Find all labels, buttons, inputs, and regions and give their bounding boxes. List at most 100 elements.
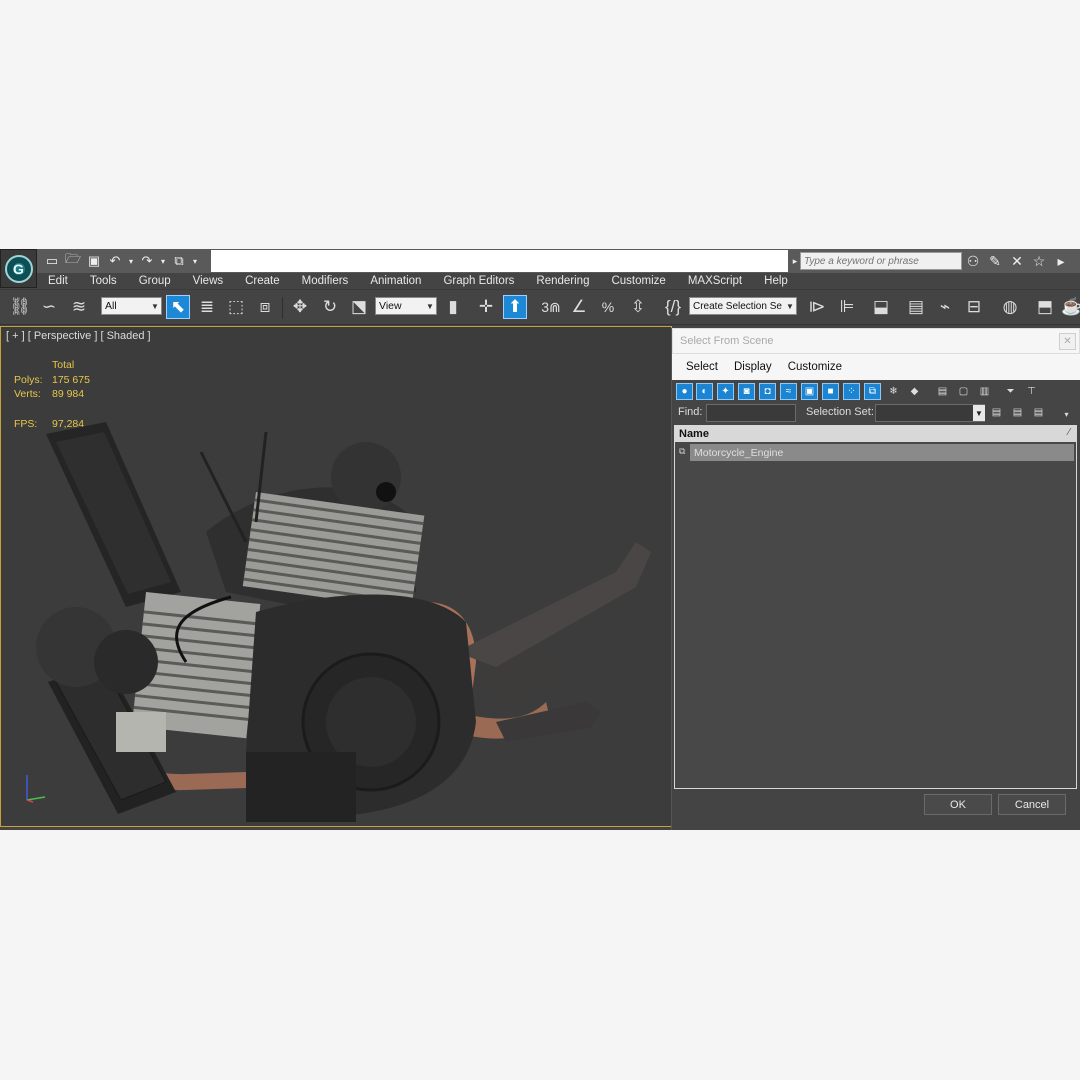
find-input[interactable] [706,404,796,422]
reference-coordinate-dropdown[interactable]: View ▼ [375,297,437,315]
title-bar: ▭ 🗁 ▣ ↶ ▾ ↷ ▾ ⧉ ▾ ▸ ⚇ ✎ ✕ ☆ ▸ [0,249,1080,273]
menu-views[interactable]: Views [182,275,234,287]
align-icon[interactable]: ⊫ [835,295,859,319]
display-none-icon[interactable]: ▢ [955,383,972,400]
display-shapes-icon[interactable]: ◐ [696,383,713,400]
chevron-down-icon[interactable]: ▼ [973,405,985,421]
application-button[interactable]: G [0,249,37,288]
layer-manager-icon[interactable]: ⬓ [869,295,893,319]
open-file-icon[interactable]: 🗁 [64,251,82,270]
menu-graph-editors[interactable]: Graph Editors [432,275,525,287]
binoculars-search-icon[interactable]: ⚇ [962,251,984,271]
display-all-icon[interactable]: ▤ [934,383,951,400]
menu-maxscript[interactable]: MAXScript [677,275,753,287]
communication-center-icon[interactable]: ✕ [1006,251,1028,271]
select-object-icon[interactable]: ⬉ [166,295,190,319]
dialog-filter-toolbar: ● ◐ ✦ ◙ ◘ ≈ ▣ ■ ⁘ ⧉ ❄ ◆ ▤ ▢ ▥ ⏷ ⊤ [672,380,1080,402]
select-and-scale-icon[interactable]: ⬔ [347,295,371,319]
spinner-snap-icon[interactable]: ⇳ [626,295,650,319]
invert-display-icon[interactable]: ▥ [976,383,993,400]
filter-options-icon[interactable]: ⊤ [1023,383,1040,400]
menu-tools[interactable]: Tools [79,275,128,287]
menu-rendering[interactable]: Rendering [525,275,600,287]
dialog-menu-display[interactable]: Display [726,361,780,373]
menu-animation[interactable]: Animation [359,275,432,287]
rectangular-selection-icon[interactable]: ⬚ [224,295,248,319]
edit-named-selection-icon[interactable]: {/} [661,295,685,319]
dialog-menu-customize[interactable]: Customize [780,361,850,373]
display-space-warps-icon[interactable]: ≈ [780,383,797,400]
display-frozen-icon[interactable]: ❄ [885,383,902,400]
dialog-menu-select[interactable]: Select [678,361,726,373]
display-lights-icon[interactable]: ✦ [717,383,734,400]
favorites-star-icon[interactable]: ☆ [1028,251,1050,271]
snaps-toggle-icon[interactable]: 3 ⋒ [539,295,563,319]
display-hidden-icon[interactable]: ◆ [906,383,923,400]
named-selection-sets-dropdown[interactable]: Create Selection Se ▼ [689,297,797,315]
ok-button[interactable]: OK [924,794,992,815]
selection-set-highlight-icon[interactable]: ▤ [1030,404,1047,421]
display-helpers-icon[interactable]: ◘ [759,383,776,400]
display-geometry-icon[interactable]: ● [676,383,693,400]
schematic-view-icon[interactable]: ⊟ [962,295,986,319]
help-icon[interactable]: ▸ [1050,251,1072,271]
name-column-header[interactable]: Name ⁄ [675,426,1076,442]
selection-filter-dropdown[interactable]: All ▼ [101,297,162,315]
menu-group[interactable]: Group [128,275,182,287]
selection-set-remove-icon[interactable]: ▤ [1009,404,1026,421]
search-input[interactable] [800,252,962,270]
window-crossing-icon[interactable]: ⧈ [253,295,277,319]
link-icon[interactable]: ⛓ [8,295,32,319]
scene-explorer-icon[interactable]: ▤ [904,295,928,319]
dialog-title: Select From Scene [680,335,774,347]
redo-icon[interactable]: ↷ [138,252,156,270]
perspective-viewport[interactable]: [ + ] [ Perspective ] [ Shaded ] Total P… [0,326,672,827]
menu-modifiers[interactable]: Modifiers [291,275,360,287]
select-and-rotate-icon[interactable]: ↻ [318,295,342,319]
display-object-xrefs-icon[interactable]: ■ [822,383,839,400]
bind-space-warp-icon[interactable]: ≋ [67,295,91,319]
display-containers-icon[interactable]: ⧉ [864,383,881,400]
render-teapot-icon[interactable]: ☕ [1060,295,1080,319]
close-icon[interactable]: ✕ [1059,333,1076,350]
cancel-button[interactable]: Cancel [998,794,1066,815]
stats-total-row: Total [14,358,90,373]
select-and-manipulate-icon[interactable]: ✛ [474,295,498,319]
unlink-icon[interactable]: ∽ [37,295,61,319]
mirror-icon[interactable]: ⧐ [805,295,829,319]
filter-icon[interactable]: ⏷ [1002,383,1019,400]
infocenter-expand-icon[interactable]: ▸ [790,256,800,267]
menu-edit[interactable]: Edit [37,275,79,287]
project-folder-icon[interactable]: ⧉ [170,252,188,270]
viewport-label[interactable]: [ + ] [ Perspective ] [ Shaded ] [6,330,151,342]
curve-editor-icon[interactable]: ⌁ [933,295,957,319]
list-item[interactable]: ⧉ Motorcycle_Engine [675,444,1076,461]
angle-snap-icon[interactable]: ∠ [567,295,591,319]
select-by-name-icon[interactable]: ≣ [195,295,219,319]
menu-help[interactable]: Help [753,275,799,287]
undo-icon[interactable]: ↶ [106,252,124,270]
keyboard-shortcut-override-icon[interactable]: ⬆ [503,295,527,319]
save-file-icon[interactable]: ▣ [85,252,103,270]
selection-set-add-icon[interactable]: ▤ [988,404,1005,421]
render-setup-icon[interactable]: ⬒ [1033,295,1057,319]
selection-set-dropdown[interactable] [875,404,985,422]
menu-customize[interactable]: Customize [600,275,676,287]
select-and-move-icon[interactable]: ✥ [288,295,312,319]
quick-access-dropdown-icon[interactable]: ▾ [191,252,199,270]
redo-dropdown-icon[interactable]: ▾ [159,252,167,270]
motorcycle-engine-model[interactable] [26,422,656,822]
new-file-icon[interactable]: ▭ [43,252,61,270]
quick-access-toolbar: ▭ 🗁 ▣ ↶ ▾ ↷ ▾ ⧉ ▾ [40,251,199,271]
display-cameras-icon[interactable]: ◙ [738,383,755,400]
percent-snap-icon[interactable]: % [596,295,620,319]
material-editor-icon[interactable]: ◍ [998,295,1022,319]
pivot-center-icon[interactable]: ▮ [441,295,465,319]
display-bone-objects-icon[interactable]: ⁘ [843,383,860,400]
subscription-icon[interactable]: ✎ [984,251,1006,271]
display-groups-icon[interactable]: ▣ [801,383,818,400]
collapse-toolbar-icon[interactable]: ▾ [1058,406,1075,423]
menu-create[interactable]: Create [234,275,291,287]
find-label: Find: [678,406,703,418]
undo-dropdown-icon[interactable]: ▾ [127,252,135,270]
